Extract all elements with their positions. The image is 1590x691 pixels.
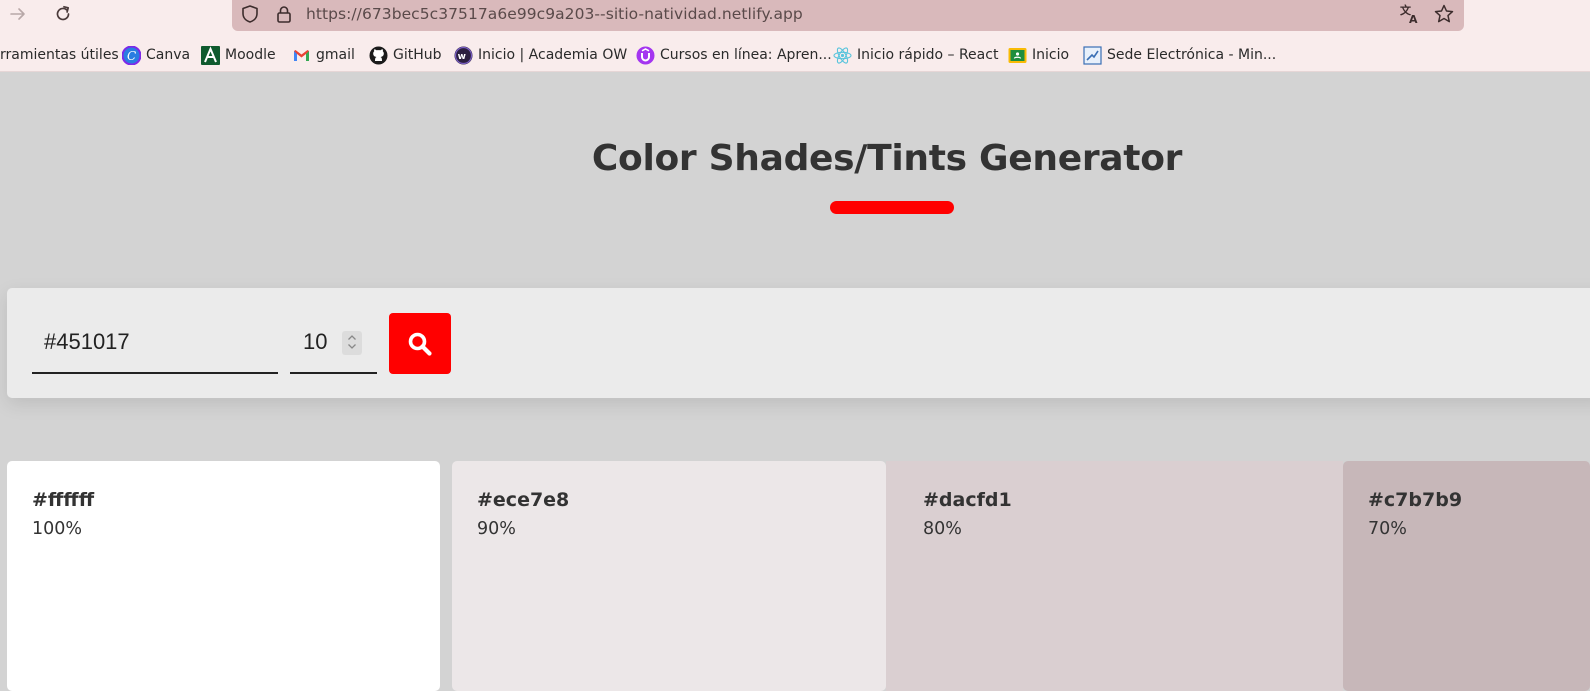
swatch-hex: #dacfd1	[923, 489, 1012, 511]
swatch-hex: #ffffff	[32, 489, 95, 511]
swatch-card[interactable]: #c7b7b9 70%	[1343, 461, 1590, 691]
bookmark-github[interactable]: GitHub	[369, 44, 442, 66]
star-icon[interactable]	[1432, 2, 1456, 26]
count-input[interactable]: 10	[290, 320, 377, 374]
bookmarks-bar: rramientas útiles C Canva Moodle gmail G…	[0, 44, 1590, 66]
bookmark-inicio[interactable]: Inicio	[1008, 44, 1069, 66]
bookmark-label: Inicio | Academia OW	[478, 47, 628, 63]
chevron-up-icon[interactable]	[347, 334, 357, 343]
reload-button[interactable]	[49, 0, 77, 28]
svg-text:w: w	[458, 52, 466, 62]
swatch-percent: 100%	[32, 519, 83, 539]
bookmark-cursos[interactable]: Cursos en línea: Apren...	[636, 44, 832, 66]
bookmark-canva[interactable]: C Canva	[122, 44, 190, 66]
bookmark-react[interactable]: Inicio rápido – React	[833, 44, 998, 66]
bookmark-label: Canva	[146, 47, 191, 63]
bookmark-label: gmail	[316, 47, 355, 63]
react-icon	[833, 46, 852, 65]
browser-chrome: https://673bec5c37517a6e99c9a203--sitio-…	[0, 0, 1590, 72]
bookmark-academia-ow[interactable]: w Inicio | Academia OW	[454, 44, 627, 66]
swatch-card[interactable]: #ece7e8 90%	[452, 461, 886, 691]
svg-text:A: A	[1409, 13, 1418, 25]
classroom-icon	[1008, 46, 1027, 65]
canva-icon: C	[122, 45, 141, 65]
academia-ow-icon: w	[454, 46, 473, 65]
bookmark-moodle[interactable]: Moodle	[201, 44, 276, 66]
bookmark-label: Sede Electrónica - Min...	[1107, 47, 1277, 63]
gmail-icon	[292, 46, 311, 65]
page-title-text: Color Shades/Tints Generator	[591, 138, 1183, 179]
bookmark-label: Inicio	[1032, 47, 1070, 63]
color-input[interactable]: #451017	[32, 320, 278, 374]
swatch-card[interactable]: #ffffff 100%	[7, 461, 440, 691]
sede-icon	[1083, 45, 1102, 65]
bookmark-label: GitHub	[393, 47, 442, 63]
swatch-card[interactable]: #dacfd1 80%	[886, 461, 1343, 691]
url-text[interactable]: https://673bec5c37517a6e99c9a203--sitio-…	[306, 5, 803, 23]
swatch-hex: #c7b7b9	[1368, 489, 1463, 511]
bookmark-gmail[interactable]: gmail	[292, 44, 355, 66]
address-bar[interactable]: https://673bec5c37517a6e99c9a203--sitio-…	[232, 0, 1464, 31]
swatch-hex: #ece7e8	[477, 489, 570, 511]
lock-icon[interactable]	[272, 2, 296, 26]
swatch-percent: 70%	[1368, 519, 1407, 539]
reload-icon	[56, 5, 70, 21]
bookmark-sede[interactable]: Sede Electrónica - Min...	[1083, 44, 1276, 66]
translate-icon[interactable]: 文 A	[1398, 2, 1422, 26]
arrow-right-icon	[10, 8, 25, 20]
search-icon	[408, 332, 432, 356]
bookmark-herramientas[interactable]: rramientas útiles	[0, 44, 119, 66]
github-icon	[369, 46, 388, 65]
shield-icon[interactable]	[238, 2, 262, 26]
bookmark-label: rramientas útiles	[0, 47, 119, 63]
count-stepper[interactable]	[342, 331, 362, 355]
moodle-icon	[201, 45, 220, 65]
forward-button[interactable]	[4, 0, 32, 28]
page-title: Color Shades/Tints Generator	[0, 138, 1590, 179]
udemy-icon	[636, 46, 655, 65]
search-button[interactable]	[389, 313, 451, 374]
swatch-percent: 90%	[477, 519, 516, 539]
svg-text:C: C	[127, 49, 136, 63]
chevron-down-icon[interactable]	[347, 343, 357, 352]
bookmark-label: Moodle	[225, 47, 276, 63]
bookmark-label: Cursos en línea: Apren...	[660, 47, 832, 63]
bookmark-label: Inicio rápido – React	[857, 47, 999, 63]
title-underline	[830, 201, 954, 214]
swatch-percent: 80%	[923, 519, 962, 539]
